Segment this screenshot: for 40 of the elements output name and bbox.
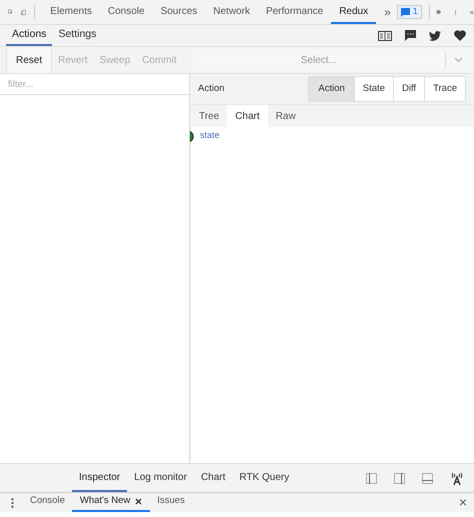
tab[interactable]: RTK Query [232,464,296,492]
chat-icon[interactable] [405,30,416,41]
close-drawer-button[interactable]: × [458,492,467,513]
issues-badge[interactable]: 1 [396,5,422,19]
tab[interactable]: Raw [268,105,304,127]
drawer-tab[interactable]: Console [23,493,72,512]
layout-icon[interactable] [422,472,433,484]
node-label: state [200,129,220,142]
tab[interactable]: Tree [191,105,228,127]
issues-count: 1 [412,5,418,18]
select-placeholder: Select... [300,54,338,68]
bird-icon[interactable] [429,30,441,40]
panel-tab[interactable]: Performance [258,0,332,24]
panel-tab[interactable]: Elements [42,0,100,24]
tab[interactable]: Settings [52,25,102,46]
drawer-tab[interactable]: Issues [150,493,192,512]
tab[interactable]: Trace [424,76,465,102]
tab[interactable]: Diff [392,76,424,102]
panel-title: Action [198,82,226,96]
more-icon[interactable] [11,498,14,508]
book-icon[interactable] [378,30,392,40]
toolbar-button[interactable]: Reset [6,47,52,73]
message-icon [400,8,410,16]
panel-tab[interactable]: Console [100,0,153,24]
panel-tab[interactable]: Sources [152,0,206,24]
tab[interactable]: Chart [194,464,232,492]
more-tabs-button[interactable]: » [384,3,391,21]
layout-icon[interactable] [366,472,377,484]
layout-icon[interactable] [394,472,405,484]
tab[interactable]: Chart [227,105,268,127]
chevron-down-icon [454,57,463,63]
filter-field[interactable]: filter... [0,74,189,95]
tab[interactable]: State [354,76,393,102]
tab[interactable]: Log monitor [127,464,194,492]
drawer-tab[interactable]: What's New [72,493,150,512]
tab[interactable]: Action [309,76,354,102]
panel-tab[interactable]: Network [205,0,258,24]
close-icon[interactable] [135,498,142,505]
broadcast-icon[interactable] [450,472,464,484]
heart-icon[interactable] [454,30,466,41]
